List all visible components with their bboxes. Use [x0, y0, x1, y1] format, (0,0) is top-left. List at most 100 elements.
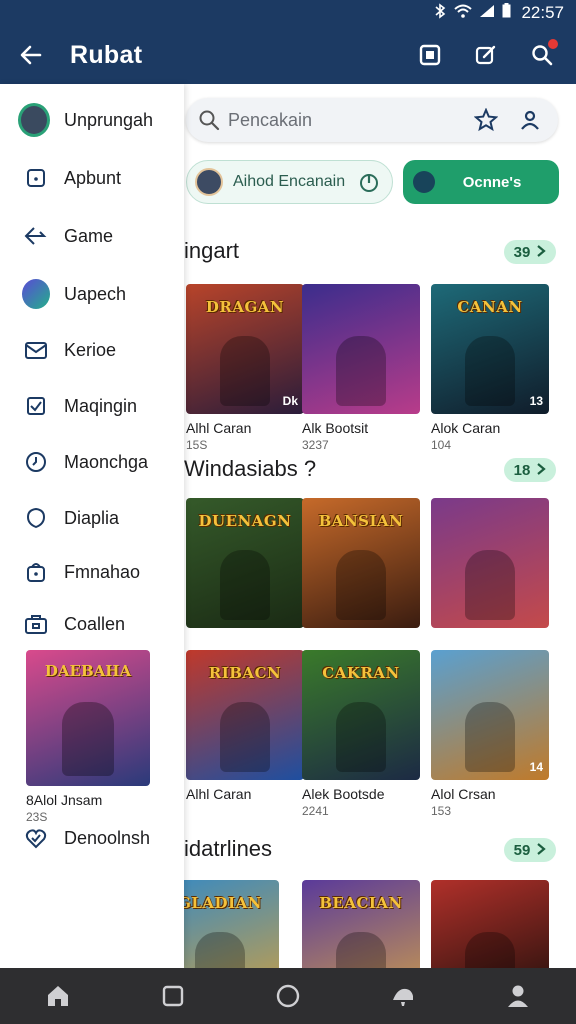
chevron-right-icon	[536, 462, 547, 479]
signal-icon	[479, 3, 495, 23]
drawer-item[interactable]: Maonchga	[0, 440, 184, 484]
game-card[interactable]: DUENAGN	[186, 498, 304, 628]
tabs-button[interactable]	[416, 41, 444, 69]
drawer-item[interactable]: Maqingin	[0, 384, 184, 428]
section-count: 39	[513, 243, 531, 261]
wifi-icon	[454, 3, 473, 23]
section-count: 59	[513, 841, 531, 859]
game-meta: 23S	[26, 810, 48, 824]
drawer-item-label: Apbunt	[64, 167, 122, 188]
share-arrow-icon	[22, 222, 50, 250]
drawer-item[interactable]: Fmnahao	[0, 550, 184, 594]
section-title: idatrlines	[184, 836, 273, 861]
profile-icon[interactable]	[516, 106, 544, 134]
drawer-item-label: Maqingin	[64, 395, 138, 416]
see-all-button[interactable]: 59	[504, 838, 556, 862]
status-icons	[433, 2, 511, 24]
section-title: Windasiabs ?	[184, 456, 317, 481]
avatar	[413, 171, 435, 193]
game-logo: CANAN	[457, 298, 523, 316]
game-card[interactable]: CANAN 13 Alok Caran 104	[431, 284, 549, 452]
game-hero	[336, 932, 386, 968]
tag-icon	[22, 164, 50, 192]
bottom-navigation	[0, 968, 576, 1024]
game-thumbnail: RIBACN	[186, 650, 304, 780]
game-logo: BEACIAN	[319, 894, 403, 912]
avatar	[18, 103, 50, 137]
section-count: 18	[513, 461, 531, 479]
search-bar[interactable]: Pencakain	[186, 98, 558, 142]
drawer-item[interactable]: Apbunt	[0, 156, 184, 200]
battery-icon	[502, 3, 511, 23]
game-thumbnail: CANAN 13	[431, 284, 549, 414]
briefcase-icon	[22, 610, 50, 638]
game-thumbnail	[431, 880, 549, 968]
drawer-item-label: Diaplia	[64, 507, 120, 528]
drawer-game-card[interactable]: DAEBAHA 8Alol Jnsam 23S	[26, 650, 150, 824]
square-icon	[419, 44, 441, 66]
game-hero	[465, 550, 515, 620]
profile-button[interactable]	[498, 976, 538, 1016]
drawer-item[interactable]: Kerioe	[0, 328, 184, 372]
search-input[interactable]: Pencakain	[220, 110, 456, 131]
game-badge: 13	[529, 394, 543, 408]
game-card[interactable]: Alk Bootsit 3237	[302, 284, 420, 452]
game-card[interactable]	[431, 498, 549, 628]
section-title: ingart	[184, 238, 240, 263]
game-card[interactable]: BEACIAN	[302, 880, 420, 968]
app-title: Rubat	[70, 40, 143, 69]
star-icon[interactable]	[472, 106, 500, 134]
game-logo: DRAGAN	[205, 298, 285, 316]
game-card[interactable]: RIBACN Alhl Caran	[186, 650, 304, 802]
game-hero	[336, 550, 386, 620]
game-meta: 15S	[186, 438, 208, 452]
game-card[interactable]: CAKRAN Alek Bootsde 2241	[302, 650, 420, 818]
game-card[interactable]	[431, 880, 549, 968]
game-card[interactable]: BANSIAN	[302, 498, 420, 628]
game-thumbnail	[431, 498, 549, 628]
game-card[interactable]: 14 Alol Crsan 153	[431, 650, 549, 818]
game-name: Alhl Caran	[186, 420, 252, 436]
game-thumbnail	[302, 284, 420, 414]
game-meta: 3237	[302, 438, 329, 452]
circle-button[interactable]	[268, 976, 308, 1016]
shield-icon	[22, 504, 50, 532]
game-logo: DAEBAHA	[44, 662, 132, 680]
home-button[interactable]	[38, 976, 78, 1016]
filter-chip-secondary[interactable]: Ocnne's	[403, 160, 559, 204]
see-all-button[interactable]: 39	[504, 240, 556, 264]
game-hero	[465, 702, 515, 772]
game-meta: 153	[431, 804, 452, 818]
game-hero	[336, 702, 386, 772]
drawer-item[interactable]: Uapech	[0, 272, 184, 316]
notifications-button[interactable]	[383, 976, 423, 1016]
see-all-button[interactable]: 18	[504, 458, 556, 482]
drawer-item-label: Uapech	[64, 283, 127, 304]
drawer-item[interactable]: Game	[0, 214, 184, 258]
game-hero	[465, 932, 515, 968]
edit-icon	[475, 45, 496, 65]
game-logo: CAKRAN	[322, 664, 400, 682]
chevron-right-icon	[536, 842, 547, 859]
square-icon	[162, 985, 183, 1007]
game-hero	[62, 702, 114, 776]
check-heart-icon	[22, 824, 50, 852]
drawer-item[interactable]: Coallen	[0, 602, 184, 646]
game-name: Alek Bootsde	[302, 786, 385, 802]
game-card[interactable]: DRAGAN Dk Alhl Caran 15S	[186, 284, 304, 452]
game-badge: 14	[529, 760, 543, 774]
overview-button[interactable]	[153, 976, 193, 1016]
bag-icon	[22, 558, 50, 586]
filter-chip-primary[interactable]: Aihod Encanain	[186, 160, 393, 204]
back-button[interactable]	[0, 26, 62, 84]
drawer-item[interactable]: Unprungah	[0, 98, 184, 142]
drawer-item[interactable]: Diaplia	[0, 496, 184, 540]
circle-icon	[276, 984, 300, 1008]
game-logo: DUENAGN	[198, 512, 292, 530]
edit-button[interactable]	[472, 41, 500, 69]
drawer-item-label: Game	[64, 225, 114, 246]
game-logo: BANSIAN	[318, 512, 404, 530]
filter-chip-label: Aihod Encanain	[233, 173, 346, 190]
search-button[interactable]	[528, 39, 558, 69]
game-meta: 2241	[302, 804, 329, 818]
